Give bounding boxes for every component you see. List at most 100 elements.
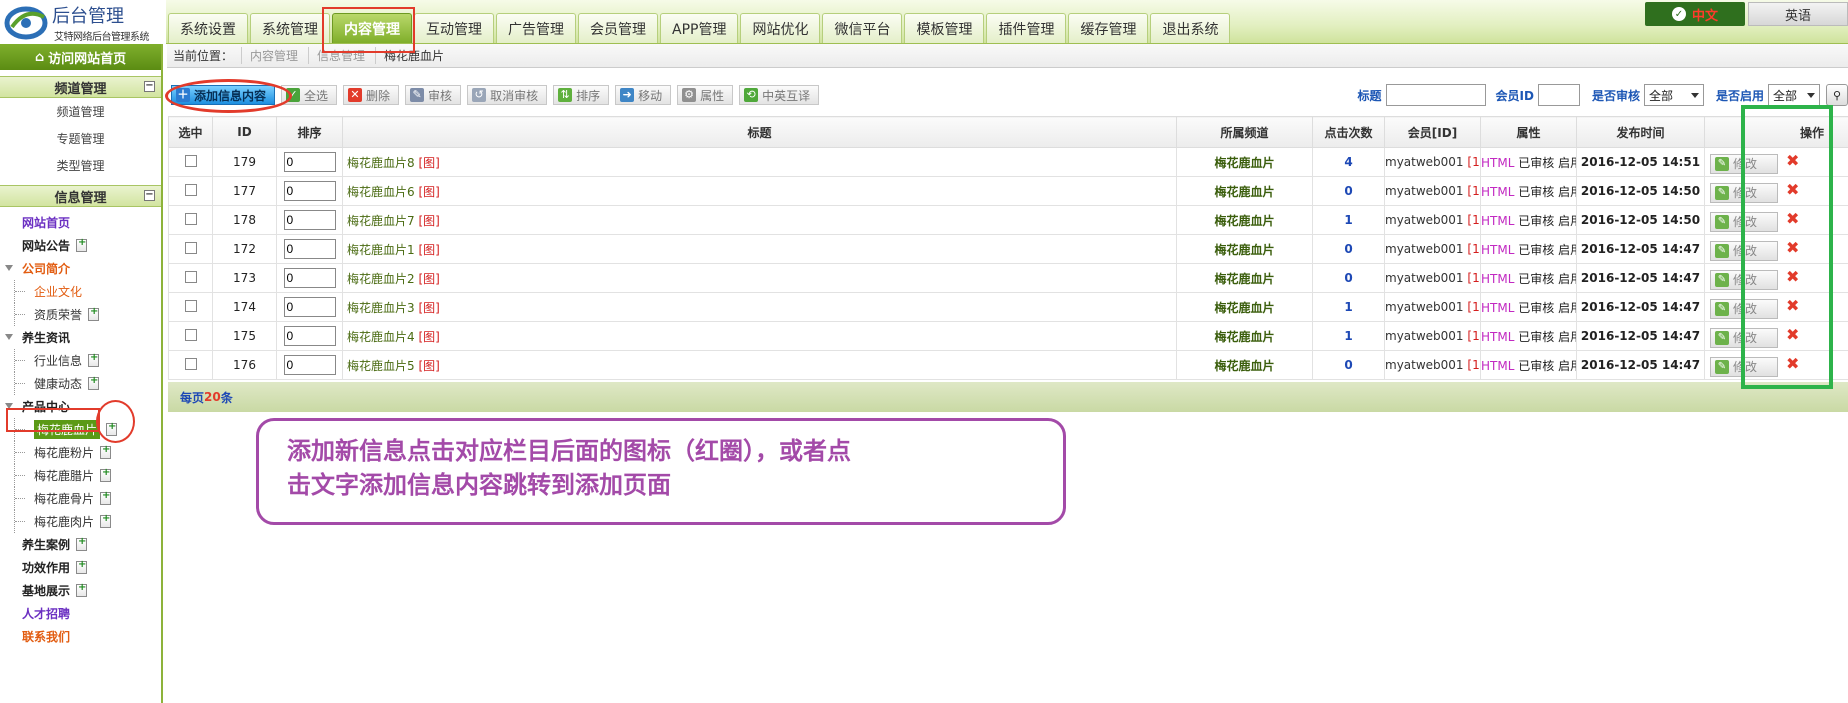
add-content-icon[interactable]	[106, 421, 118, 436]
title-link[interactable]: 梅花鹿血片8	[347, 156, 415, 170]
sort-input[interactable]	[283, 152, 336, 172]
tree-item[interactable]: 梅花鹿血片	[0, 418, 161, 441]
enabled-status[interactable]: 启用	[1558, 359, 1575, 373]
tree-item[interactable]: 梅花鹿肉片	[0, 510, 161, 533]
tree-item-label[interactable]: 梅花鹿骨片	[34, 490, 94, 507]
tree-item-label[interactable]: 人才招聘	[22, 605, 70, 622]
tree-item[interactable]: 企业文化	[0, 280, 161, 303]
sort-input[interactable]	[283, 268, 336, 288]
sort-input[interactable]	[283, 355, 336, 375]
tree-item[interactable]: 梅花鹿粉片	[0, 441, 161, 464]
edit-button[interactable]: ✎ 修改	[1710, 182, 1779, 203]
nav-tab-9[interactable]: 模板管理	[904, 13, 985, 43]
tree-item[interactable]: 健康动态	[0, 372, 161, 395]
tree-item-label[interactable]: 梅花鹿血片	[34, 420, 101, 439]
nav-tab-4[interactable]: 广告管理	[496, 13, 576, 43]
delete-icon[interactable]: ✖	[1786, 151, 1799, 170]
tree-item[interactable]: 网站首页	[0, 211, 161, 234]
add-content-icon[interactable]	[76, 237, 88, 252]
edit-button[interactable]: ✎ 修改	[1710, 298, 1779, 319]
tree-item[interactable]: 行业信息	[0, 349, 161, 372]
title-link[interactable]: 梅花鹿血片6	[347, 185, 415, 199]
tree-item-label[interactable]: 资质荣誉	[34, 306, 82, 323]
audit-status[interactable]: 已审核	[1518, 156, 1554, 170]
edit-button[interactable]: ✎ 修改	[1710, 211, 1779, 232]
toolbar-button-3[interactable]: ✎ 审核	[405, 85, 462, 105]
tree-item[interactable]: 联系我们	[0, 625, 161, 648]
title-link[interactable]: 梅花鹿血片3	[347, 301, 415, 315]
nav-tab-6[interactable]: APP管理	[660, 13, 739, 43]
add-content-icon[interactable]	[100, 444, 112, 459]
row-checkbox[interactable]	[184, 270, 197, 283]
add-content-icon[interactable]	[76, 536, 88, 551]
audit-status[interactable]: 已审核	[1518, 272, 1554, 286]
tree-item[interactable]: 功效作用	[0, 556, 161, 579]
channel-section-header[interactable]: 频道管理 −	[0, 76, 161, 98]
expand-arrow-icon[interactable]	[5, 334, 13, 340]
toolbar-button-2[interactable]: ✕ 删除	[343, 85, 400, 105]
edit-button[interactable]: ✎ 修改	[1710, 356, 1779, 377]
tree-item-label[interactable]: 养生案例	[22, 536, 70, 553]
delete-icon[interactable]: ✖	[1786, 180, 1799, 199]
nav-tab-2[interactable]: 内容管理	[332, 13, 412, 43]
add-content-icon[interactable]	[88, 352, 100, 367]
tree-item-label[interactable]: 养生资讯	[22, 329, 70, 346]
title-filter-input[interactable]	[1385, 84, 1486, 106]
tree-item[interactable]: 公司简介	[0, 257, 161, 280]
tree-item-label[interactable]: 企业文化	[34, 283, 82, 300]
tree-item-label[interactable]: 梅花鹿肉片	[34, 513, 94, 530]
lang-english-button[interactable]: 英语	[1748, 2, 1848, 26]
enabled-status[interactable]: 启用	[1558, 156, 1575, 170]
sort-input[interactable]	[283, 210, 336, 230]
edit-button[interactable]: ✎ 修改	[1710, 153, 1779, 174]
row-checkbox[interactable]	[184, 328, 197, 341]
toolbar-button-4[interactable]: ↺ 取消审核	[467, 85, 548, 105]
audit-status[interactable]: 已审核	[1518, 359, 1554, 373]
nav-tab-8[interactable]: 微信平台	[822, 13, 903, 43]
tree-item-label[interactable]: 基地展示	[22, 582, 70, 599]
enabled-status[interactable]: 启用	[1558, 214, 1575, 228]
sort-input[interactable]	[283, 297, 336, 317]
audit-status[interactable]: 已审核	[1518, 214, 1554, 228]
enabled-status[interactable]: 启用	[1558, 185, 1575, 199]
tree-item[interactable]: 人才招聘	[0, 602, 161, 625]
tree-item[interactable]: 基地展示	[0, 579, 161, 602]
tree-item-label[interactable]: 网站首页	[22, 214, 70, 231]
title-link[interactable]: 梅花鹿血片5	[347, 359, 415, 373]
collapse-icon[interactable]: −	[144, 81, 155, 92]
nav-tab-3[interactable]: 互动管理	[414, 13, 494, 43]
enabled-status[interactable]: 启用	[1558, 272, 1575, 286]
nav-tab-1[interactable]: 系统管理	[250, 13, 330, 43]
delete-icon[interactable]: ✖	[1786, 209, 1799, 228]
toolbar-button-6[interactable]: ➜ 移动	[615, 85, 672, 105]
audit-filter-select[interactable]: 全部	[1643, 84, 1704, 106]
enabled-status[interactable]: 启用	[1558, 330, 1575, 344]
tree-item[interactable]: 网站公告	[0, 234, 161, 257]
row-checkbox[interactable]	[184, 241, 197, 254]
member-id-input[interactable]	[1537, 84, 1580, 106]
sort-input[interactable]	[283, 181, 336, 201]
channel-menu-item[interactable]: 频道管理	[0, 98, 161, 125]
toolbar-button-0[interactable]: ＋ 添加信息内容	[171, 85, 276, 105]
channel-menu-item[interactable]: 类型管理	[0, 152, 161, 179]
add-content-icon[interactable]	[100, 467, 112, 482]
sort-input[interactable]	[283, 326, 336, 346]
sort-input[interactable]	[283, 239, 336, 259]
add-content-icon[interactable]	[76, 559, 88, 574]
add-content-icon[interactable]	[88, 375, 100, 390]
tree-item[interactable]: 养生案例	[0, 533, 161, 556]
add-content-icon[interactable]	[76, 582, 88, 597]
enable-filter-select[interactable]: 全部	[1768, 84, 1820, 106]
tree-item[interactable]: 梅花鹿腊片	[0, 464, 161, 487]
breadcrumb-item[interactable]: 信息管理	[308, 47, 375, 64]
tree-item-label[interactable]: 健康动态	[34, 375, 82, 392]
tree-item[interactable]: 梅花鹿骨片	[0, 487, 161, 510]
expand-arrow-icon[interactable]	[5, 403, 13, 409]
tree-item-label[interactable]: 产品中心	[22, 398, 70, 415]
nav-tab-5[interactable]: 会员管理	[578, 13, 658, 43]
edit-button[interactable]: ✎ 修改	[1710, 327, 1779, 348]
delete-icon[interactable]: ✖	[1786, 325, 1799, 344]
collapse-icon[interactable]: −	[144, 190, 155, 201]
visit-site-button[interactable]: ⌂ 访问网站首页	[0, 44, 161, 70]
tree-item-label[interactable]: 功效作用	[22, 559, 70, 576]
